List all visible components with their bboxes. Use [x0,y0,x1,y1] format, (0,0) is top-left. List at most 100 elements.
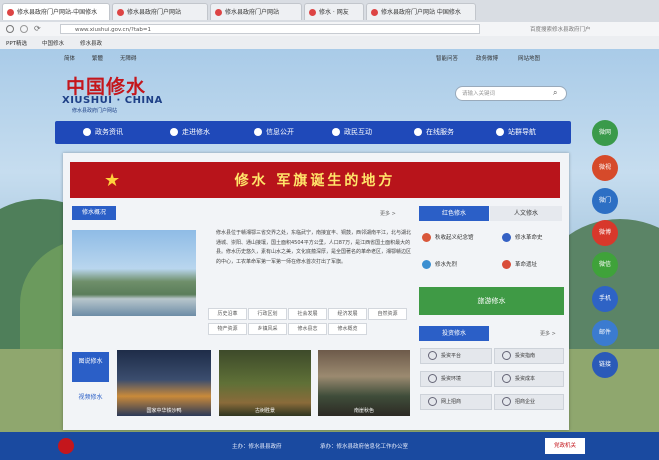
browser-tab[interactable]: 修水县政府门户网站 [210,3,302,20]
invest-item[interactable]: 投资平台 [420,348,492,364]
tab-title: 修水县政府门户网站 [127,9,182,16]
address-input[interactable]: www.xiushui.gov.cn/?tab=1 [60,24,480,34]
refresh-icon[interactable]: ⟳ [34,24,41,34]
bookmark-item[interactable]: 修水县政 [80,39,102,47]
tab-culture-xiushui[interactable]: 人文修水 [490,206,562,221]
top-link[interactable]: 智能问答 [436,54,458,62]
party-gov-badge[interactable]: 党政机关 [545,438,585,454]
side-circle-button[interactable]: 手机 [592,286,618,312]
invest-item-label: 投资成本 [515,376,536,382]
nav-item[interactable]: 政民互动 [332,121,372,144]
main-nav-bar [55,121,571,144]
side-circle-button[interactable]: 微网 [592,120,618,146]
overview-tag[interactable]: 历史沿革 [208,308,247,320]
overview-tag[interactable]: 经济发展 [328,308,367,320]
overview-heading[interactable]: 修水概况 [72,206,116,220]
overview-tag[interactable]: 乡镇风采 [248,323,287,335]
site-icon [502,260,511,269]
invest-item[interactable]: 投资成本 [494,371,564,387]
side-circle-button[interactable]: 微信 [592,252,618,278]
browser-tab[interactable]: 修水县政府门户网站 中国修水 [366,3,476,20]
site-favicon-icon [7,9,14,16]
search-icon[interactable]: ⌕ [553,88,557,98]
invest-item[interactable]: 网上招商 [420,394,492,410]
nav-label: 站群导航 [508,128,536,136]
side-circle-button[interactable]: 链接 [592,352,618,378]
site-logo-subtitle: 修水县政府门户网站 [72,108,118,114]
invest-heading[interactable]: 投资修水 [419,326,489,341]
invest-more-link[interactable]: 更多 > [540,330,556,337]
top-link[interactable]: 政务微博 [476,54,498,62]
red-item-label: 修水革命史 [515,235,543,241]
red-item-label: 修水先烈 [435,262,458,268]
red-item-label: 秋收起义纪念馆 [435,235,474,241]
nav-item[interactable]: 信息公开 [254,121,294,144]
back-icon[interactable] [6,25,14,33]
bookmark-item[interactable]: 中国修水 [42,39,64,47]
overview-tag[interactable]: 修水概览 [328,323,367,335]
side-circle-button[interactable]: 邮件 [592,320,618,346]
forward-icon[interactable] [20,25,28,33]
tourism-button[interactable]: 旅游修水 [419,287,564,315]
thumbnail[interactable]: 国家中华铁沙鸭 [117,350,211,416]
footer-sponsor: 主办：修水县县政府 [232,444,282,450]
top-link[interactable]: 繁體 [92,54,103,62]
side-circle-button[interactable]: 微门 [592,188,618,214]
invest-item-label: 投资环境 [441,376,462,382]
browser-tab[interactable]: 修水 · 网友 [304,3,364,20]
nav-label: 信息公开 [266,128,294,136]
invest-item[interactable]: 投资指南 [494,348,564,364]
side-circle-button[interactable]: 微视 [592,155,618,181]
overview-photo[interactable] [72,230,196,316]
site-favicon-icon [371,9,378,16]
invest-platform-icon [428,351,437,360]
top-link[interactable]: 无障碍 [120,54,137,62]
site-favicon-icon [117,9,124,16]
overview-tag[interactable]: 自然资源 [368,308,407,320]
overview-tag[interactable]: 修水县志 [288,323,327,335]
overview-tag[interactable]: 行政区划 [248,308,287,320]
thumbnail-caption: 南崖秋色 [353,408,374,414]
site-logo-english: XIUSHUI · CHINA [62,95,163,106]
nav-item[interactable]: 走进修水 [170,121,210,144]
bookmark-item[interactable]: PPT精选 [6,39,27,47]
nav-item-icon [254,128,262,136]
red-item[interactable]: 秋收起义纪念馆 [422,233,474,242]
nav-item-icon [83,128,91,136]
nav-item-icon [332,128,340,136]
invest-item-label: 网上招商 [441,399,462,405]
nav-item[interactable]: 政务资讯 [83,121,123,144]
red-item[interactable]: 修水革命史 [502,233,543,242]
online-invest-icon [428,397,437,406]
tab-video-xiushui[interactable]: 视频修水 [72,388,109,418]
site-search-input[interactable]: 请输入关键词 [455,86,567,101]
side-circle-button[interactable]: 微博 [592,220,618,246]
overview-more-link[interactable]: 更多 > [380,210,396,217]
tab-picture-xiushui[interactable]: 图说修水 [72,352,109,382]
red-item-label: 革命遗址 [515,262,538,268]
tab-title: 修水县政府门户网站-中国修水 [17,9,98,16]
invest-item[interactable]: 招商企业 [494,394,564,410]
nav-item[interactable]: 在线服务 [414,121,454,144]
overview-paragraph: 修水县位于赣湘鄂三省交界之处，东临武宁，南接宜丰、铜鼓，西邻湖南平江，北与湖北通… [216,230,412,265]
overview-tag[interactable]: 社会发展 [288,308,327,320]
tab-title: 修水县政府门户网站 [225,9,280,16]
top-link[interactable]: 简体 [64,54,75,62]
red-item[interactable]: 修水先烈 [422,260,457,269]
nav-item[interactable]: 站群导航 [496,121,536,144]
invest-guide-icon [502,351,511,360]
thumbnail[interactable]: 南崖秋色 [318,350,410,416]
red-item[interactable]: 革命遗址 [502,260,537,269]
overview-tag[interactable]: 物产资源 [208,323,247,335]
search-engine-hint: 百度搜索修水县政府门户 [530,27,591,33]
nav-label: 政务资讯 [95,128,123,136]
invest-item[interactable]: 投资环境 [420,371,492,387]
nav-item-icon [170,128,178,136]
browser-tab[interactable]: 修水县政府门户网站 [112,3,208,20]
top-link[interactable]: 网站地图 [518,54,540,62]
browser-tab[interactable]: 修水县政府门户网站-中国修水 [2,3,110,20]
invest-item-label: 投资指南 [515,353,536,359]
thumbnail[interactable]: 古树胜景 [219,350,311,416]
tab-red-xiushui[interactable]: 红色修水 [419,206,489,221]
invest-item-label: 投资平台 [441,353,462,359]
